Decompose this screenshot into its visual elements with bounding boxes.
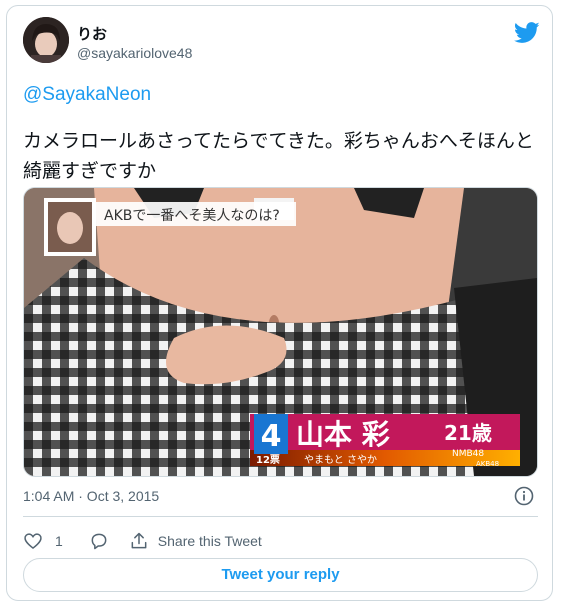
- divider: [23, 516, 538, 517]
- user-handle[interactable]: @sayakariolove48: [77, 45, 192, 61]
- speech-bubble-icon: [91, 533, 107, 550]
- display-name[interactable]: りお: [77, 23, 107, 44]
- tweet-card: りお @sayakariolove48 @SayakaNeon カメラロールあさ…: [6, 5, 553, 601]
- group-label: NMB48: [452, 449, 484, 459]
- share-label: Share this Tweet: [157, 533, 262, 549]
- tweet-timestamp[interactable]: 1:04 AM · Oct 3, 2015: [23, 488, 159, 504]
- share-tweet-button[interactable]: Share this Tweet: [129, 531, 262, 551]
- tweet-photo[interactable]: AKBで一番へそ美人なのは? 4 12票 山本 彩 21歳 やまもと さやか N…: [23, 187, 538, 477]
- heart-icon: [24, 533, 42, 550]
- tweet-your-reply-button[interactable]: Tweet your reply: [23, 558, 538, 592]
- member-name: 山本 彩: [296, 418, 390, 451]
- like-button[interactable]: 1: [23, 531, 63, 551]
- info-icon[interactable]: [514, 486, 534, 506]
- member-age: 21歳: [444, 421, 492, 445]
- member-reading: やまもと さやか: [304, 454, 377, 466]
- rank-number: 4: [261, 419, 282, 454]
- tweet-actions: 1 Share this Tweet: [23, 528, 262, 554]
- like-count: 1: [55, 533, 63, 549]
- vote-count: 12票: [256, 454, 280, 466]
- twitter-bird-icon[interactable]: [514, 22, 540, 44]
- avatar[interactable]: [23, 17, 69, 63]
- share-icon: [131, 532, 147, 549]
- subgroup-label: AKB48: [476, 460, 499, 468]
- tweet-text: カメラロールあさってたらでてきた。彩ちゃんおへそほんと綺麗すぎですか: [23, 130, 534, 182]
- reply-icon-button[interactable]: [89, 531, 109, 551]
- mention-link[interactable]: @SayakaNeon: [23, 84, 151, 106]
- avatar-photo-icon: [23, 17, 69, 63]
- media-caption: AKBで一番へそ美人なのは?: [104, 208, 280, 224]
